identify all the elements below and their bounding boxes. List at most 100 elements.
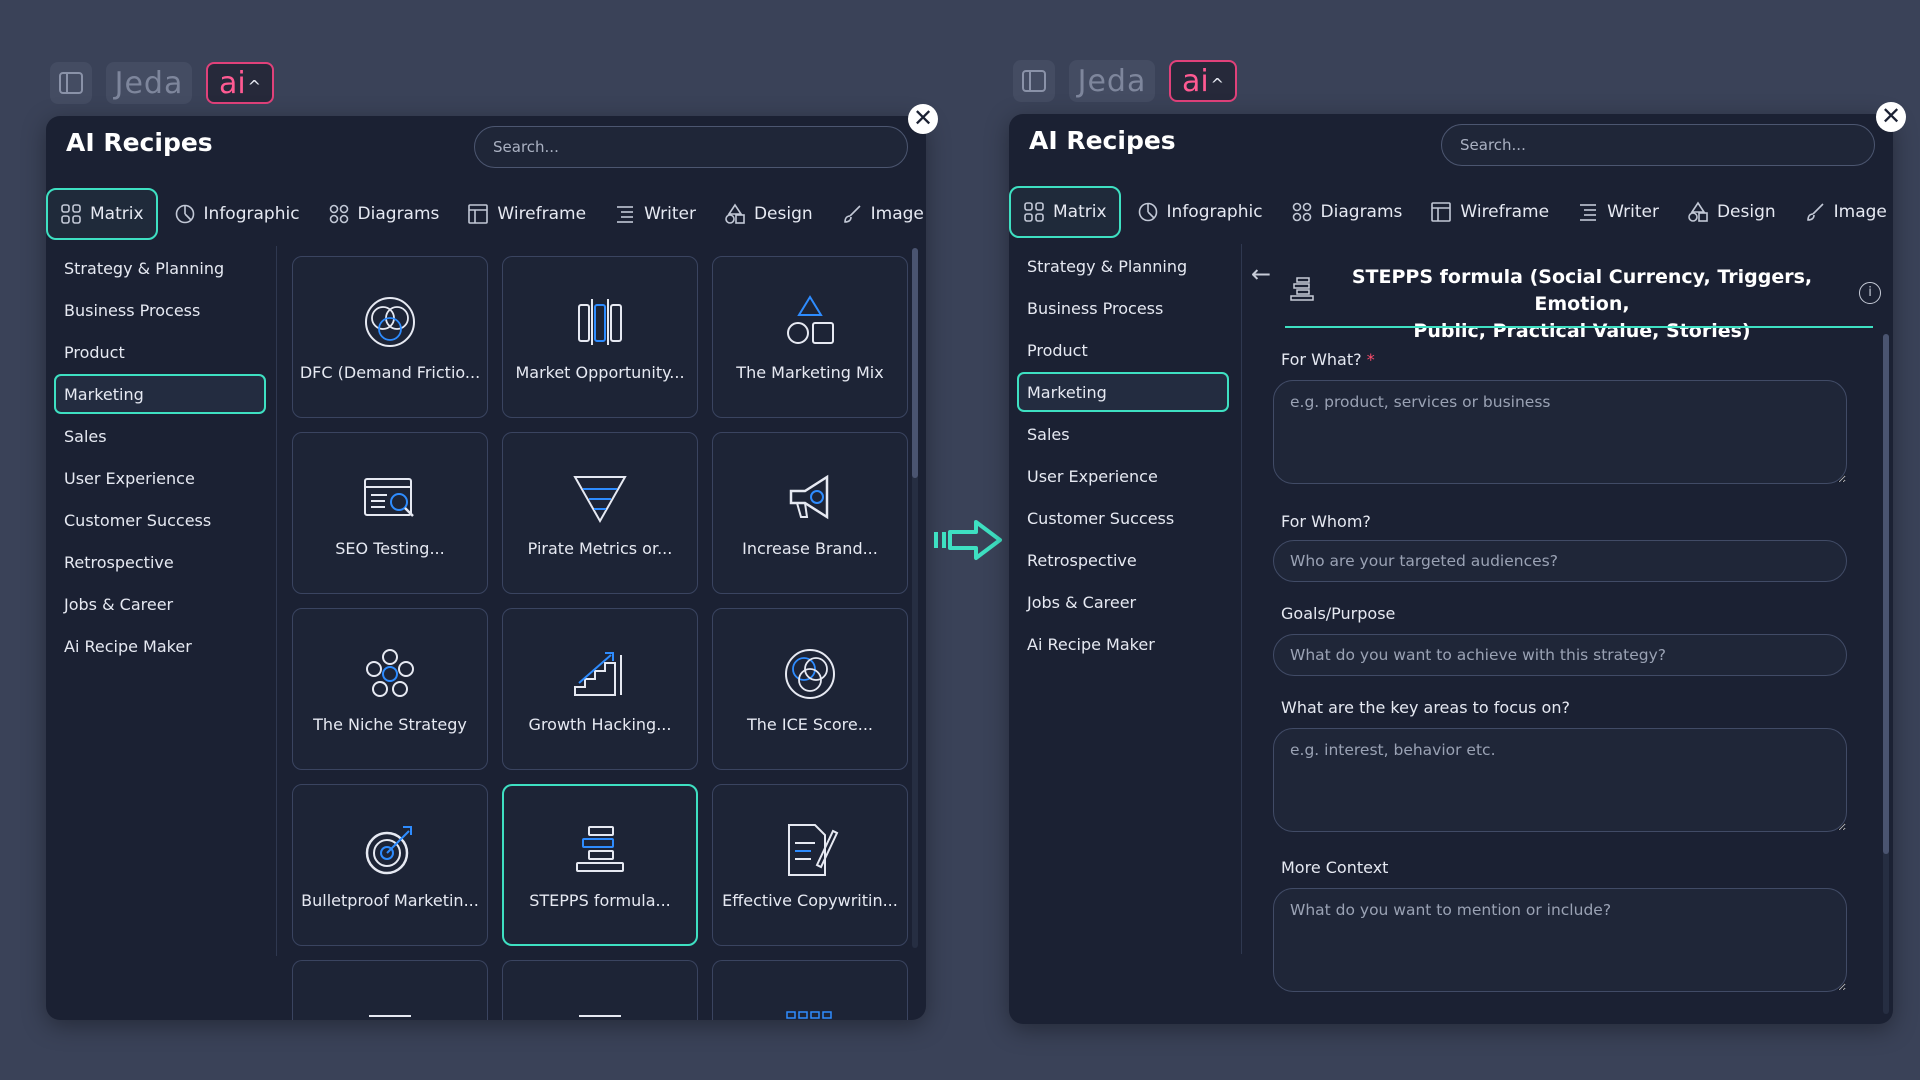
- close-icon[interactable]: ✕: [1876, 102, 1906, 132]
- tab-label: Image: [870, 204, 924, 224]
- recipe-card[interactable]: Market Opportunity...: [502, 256, 698, 418]
- recipe-card[interactable]: Effective Copywritin...: [712, 784, 908, 946]
- sidebar-item-ai-recipe-maker[interactable]: Ai Recipe Maker: [1017, 624, 1229, 664]
- for-what-textarea[interactable]: [1273, 380, 1847, 484]
- back-arrow-icon[interactable]: ←: [1251, 260, 1271, 288]
- recipe-card-partial[interactable]: [292, 960, 488, 1020]
- flower-icon: [366, 648, 414, 697]
- recipe-card[interactable]: DFC (Demand Frictio...: [292, 256, 488, 418]
- recipe-card[interactable]: The Niche Strategy: [292, 608, 488, 770]
- recipe-card[interactable]: The ICE Score...: [712, 608, 908, 770]
- jeda-logo[interactable]: Jeda: [1069, 60, 1155, 102]
- sidebar-item-user-experience[interactable]: User Experience: [54, 458, 266, 498]
- shapes-icon: [329, 204, 348, 224]
- recipe-card[interactable]: Bulletproof Marketin...: [292, 784, 488, 946]
- tab-wireframe[interactable]: Wireframe: [455, 188, 598, 240]
- recipe-card[interactable]: Increase Brand...: [712, 432, 908, 594]
- category-sidebar: Strategy & Planning Business Process Pro…: [54, 248, 266, 668]
- recipe-card-label: The Niche Strategy: [313, 714, 467, 734]
- search-input[interactable]: [474, 126, 908, 168]
- key-areas-textarea[interactable]: [1273, 728, 1847, 832]
- for-whom-input[interactable]: [1273, 540, 1847, 582]
- tab-matrix[interactable]: Matrix: [46, 188, 158, 240]
- tab-label: Design: [1716, 202, 1776, 222]
- info-icon[interactable]: i: [1859, 282, 1881, 304]
- sidebar-item-customer-success[interactable]: Customer Success: [54, 500, 266, 540]
- sidebar-item-marketing[interactable]: Marketing: [54, 374, 266, 414]
- ai-label: ai: [1181, 63, 1209, 99]
- tab-image[interactable]: Image: [1792, 186, 1899, 238]
- grid-icon: [61, 204, 81, 224]
- sidebar-item-jobs-career[interactable]: Jobs & Career: [1017, 582, 1229, 622]
- tab-writer[interactable]: Writer: [1565, 186, 1671, 238]
- jeda-logo[interactable]: Jeda: [106, 62, 192, 104]
- sidebar-item-customer-success[interactable]: Customer Success: [1017, 498, 1229, 538]
- sidebar-item-product[interactable]: Product: [54, 332, 266, 372]
- more-context-textarea[interactable]: [1273, 888, 1847, 992]
- sidebar-divider: [276, 246, 277, 956]
- form-scrollbar-thumb[interactable]: [1883, 334, 1889, 854]
- tab-label: Writer: [1607, 202, 1659, 222]
- recipe-card-partial[interactable]: [502, 960, 698, 1020]
- search-input[interactable]: [1441, 124, 1875, 166]
- sidebar-item-business-process[interactable]: Business Process: [1017, 288, 1229, 328]
- partial-card-icon: [786, 1011, 832, 1019]
- recipe-card-label: Bulletproof Marketin...: [301, 890, 479, 910]
- sidebar-item-jobs-career[interactable]: Jobs & Career: [54, 584, 266, 624]
- sidebar-item-retrospective[interactable]: Retrospective: [1017, 540, 1229, 580]
- tab-image[interactable]: Image: [829, 188, 936, 240]
- sidebar-item-business-process[interactable]: Business Process: [54, 290, 266, 330]
- recipe-card-label: DFC (Demand Frictio...: [299, 362, 481, 382]
- recipe-grid: DFC (Demand Frictio... Market Opportunit…: [292, 256, 908, 1020]
- sidebar-item-marketing[interactable]: Marketing: [1017, 372, 1229, 412]
- sidebar-item-retrospective[interactable]: Retrospective: [54, 542, 266, 582]
- recipe-card[interactable]: Pirate Metrics or...: [502, 432, 698, 594]
- ai-recipes-panel-left: AI Recipes Matrix Infographic Diagrams W…: [46, 116, 926, 1020]
- sidebar-item-sales[interactable]: Sales: [54, 416, 266, 456]
- recipe-card-partial[interactable]: [712, 960, 908, 1020]
- top-toolbar-right: Jeda ai ^: [1013, 60, 1237, 102]
- tab-infographic[interactable]: Infographic: [1125, 186, 1275, 238]
- recipe-card[interactable]: The Marketing Mix: [712, 256, 908, 418]
- tab-label: Matrix: [1053, 202, 1107, 222]
- ai-menu-button[interactable]: ai ^: [1169, 60, 1237, 102]
- pie-chart-icon: [1138, 202, 1157, 222]
- panel-title: AI Recipes: [1029, 126, 1176, 155]
- for-what-label: For What? *: [1281, 350, 1375, 369]
- tab-matrix[interactable]: Matrix: [1009, 186, 1121, 238]
- recipe-card-label: Increase Brand...: [742, 538, 878, 558]
- tab-label: Wireframe: [1460, 202, 1550, 222]
- stack-icon: [1290, 277, 1314, 301]
- tab-wireframe[interactable]: Wireframe: [1418, 186, 1561, 238]
- sidebar-toggle-button[interactable]: [50, 62, 92, 104]
- recipe-card-label: Pirate Metrics or...: [527, 538, 673, 558]
- tab-infographic[interactable]: Infographic: [162, 188, 312, 240]
- tab-diagrams[interactable]: Diagrams: [316, 188, 452, 240]
- recipe-card[interactable]: SEO Testing...: [292, 432, 488, 594]
- sidebar-item-sales[interactable]: Sales: [1017, 414, 1229, 454]
- shapes-icon: [1292, 202, 1311, 222]
- venn-three-icon: [785, 648, 835, 699]
- sidebar-item-user-experience[interactable]: User Experience: [1017, 456, 1229, 496]
- brush-icon: [1806, 203, 1824, 221]
- grid-scrollbar-thumb[interactable]: [912, 248, 918, 478]
- recipe-card-label: STEPPS formula...: [529, 890, 671, 910]
- recipe-card[interactable]: Growth Hacking...: [502, 608, 698, 770]
- sidebar-item-product[interactable]: Product: [1017, 330, 1229, 370]
- tab-design[interactable]: Design: [712, 188, 825, 240]
- ai-recipes-panel-right: AI Recipes Matrix Infographic Diagrams W…: [1009, 114, 1893, 1024]
- tab-diagrams[interactable]: Diagrams: [1279, 186, 1415, 238]
- sidebar-item-ai-recipe-maker[interactable]: Ai Recipe Maker: [54, 626, 266, 666]
- key-areas-label: What are the key areas to focus on?: [1281, 698, 1570, 717]
- tab-writer[interactable]: Writer: [602, 188, 708, 240]
- sidebar-item-strategy-planning[interactable]: Strategy & Planning: [1017, 246, 1229, 286]
- close-icon[interactable]: ✕: [908, 104, 938, 134]
- ai-menu-button[interactable]: ai ^: [206, 62, 274, 104]
- goals-purpose-input[interactable]: [1273, 634, 1847, 676]
- list-icon: [617, 206, 634, 223]
- recipe-card-label: The Marketing Mix: [736, 362, 884, 382]
- sidebar-item-strategy-planning[interactable]: Strategy & Planning: [54, 248, 266, 288]
- recipe-card-selected[interactable]: STEPPS formula...: [502, 784, 698, 946]
- tab-design[interactable]: Design: [1675, 186, 1788, 238]
- sidebar-toggle-button[interactable]: [1013, 60, 1055, 102]
